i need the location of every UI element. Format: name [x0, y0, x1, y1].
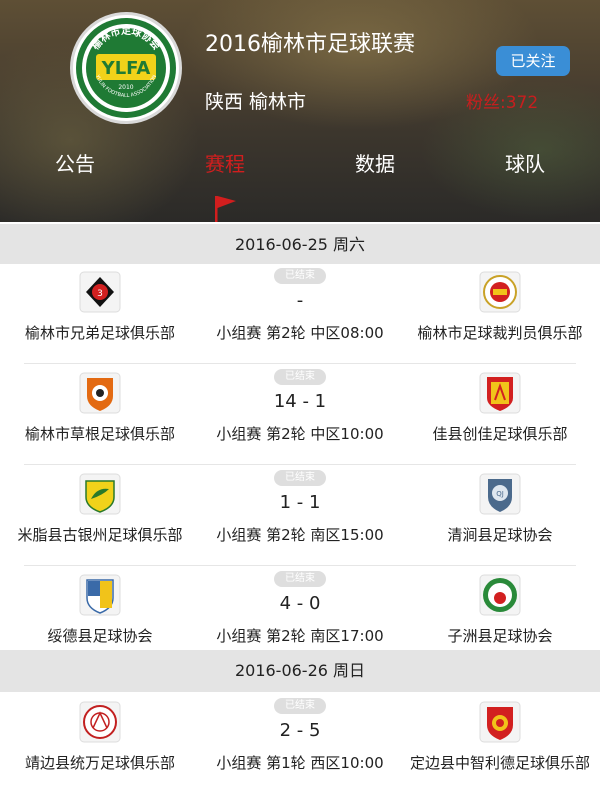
- match-round-info: 小组赛 第2轮 中区10:00: [216, 425, 384, 443]
- zizhou-association-crest-icon: [479, 574, 521, 616]
- follow-button[interactable]: 已关注: [496, 46, 570, 76]
- brothers-club-crest-icon: 3: [79, 271, 121, 313]
- fans-number: 372: [505, 93, 539, 113]
- match-status-badge: 已结束: [274, 369, 326, 385]
- match-row[interactable]: 已结束 QJ 米脂县古银州足球俱乐部 1 - 1 小组赛 第2轮 南区15:00…: [0, 466, 600, 566]
- match-round-info: 小组赛 第2轮 中区08:00: [216, 324, 384, 342]
- logo-mid-text: YLFA: [101, 58, 151, 79]
- away-team-name[interactable]: 子洲县足球协会: [400, 625, 600, 646]
- date-header: 2016-06-26 周日: [0, 650, 600, 692]
- logo-year: 2010: [118, 84, 133, 91]
- tongwan-club-crest-icon: [79, 701, 121, 743]
- chuangjia-club-crest-icon: [479, 372, 521, 414]
- match-score: 2 - 5: [279, 720, 321, 741]
- league-title: 2016榆林市足球联赛: [205, 32, 415, 57]
- grassroots-club-crest-icon: [79, 372, 121, 414]
- match-row[interactable]: 已结束 3 榆林市兄弟足球俱乐部 - 小组赛 第2轮 中区08:00 榆林市足球…: [0, 264, 600, 364]
- away-team-name[interactable]: 榆林市足球裁判员俱乐部: [400, 322, 600, 343]
- home-team-name[interactable]: 榆林市兄弟足球俱乐部: [0, 322, 200, 343]
- zhongzhilide-club-crest-icon: [479, 701, 521, 743]
- match-score: -: [296, 290, 304, 311]
- tab-teams[interactable]: 球队: [450, 148, 600, 177]
- away-team-name[interactable]: 清涧县足球协会: [400, 524, 600, 545]
- match-score: 1 - 1: [279, 492, 321, 513]
- league-region: 陕西 榆林市: [205, 91, 307, 113]
- tab-announcements[interactable]: 公告: [0, 148, 150, 177]
- home-team-name[interactable]: 靖边县统万足球俱乐部: [0, 752, 200, 773]
- match-row[interactable]: 已结束 榆林市草根足球俱乐部 14 - 1 小组赛 第2轮 中区10:00 佳县…: [0, 365, 600, 465]
- fans-label: 粉丝:: [466, 93, 506, 113]
- league-header: 榆林市足球协会 YLFA 2010 YULIN FOOTBALL ASSOCIA…: [0, 0, 600, 222]
- match-row[interactable]: 已结束 靖边县统万足球俱乐部 2 - 5 小组赛 第1轮 西区10:00 定边县…: [0, 694, 600, 794]
- match-round-info: 小组赛 第1轮 西区10:00: [216, 754, 384, 772]
- svg-text:3: 3: [97, 289, 103, 299]
- qingjian-association-crest-icon: QJ: [479, 473, 521, 515]
- suide-association-crest-icon: [79, 574, 121, 616]
- tab-bar: 公告 赛程 数据 球队: [0, 148, 600, 188]
- match-status-badge: 已结束: [274, 571, 326, 587]
- fans-count: 粉丝:372: [466, 88, 538, 113]
- match-status-badge: 已结束: [274, 268, 326, 284]
- match-score: 14 - 1: [273, 391, 327, 412]
- guyinzhou-club-crest-icon: [79, 473, 121, 515]
- match-round-info: 小组赛 第2轮 南区15:00: [216, 526, 384, 544]
- svg-text:QJ: QJ: [496, 490, 504, 498]
- active-tab-flag-icon: [215, 196, 236, 222]
- match-round-info: 小组赛 第2轮 南区17:00: [216, 627, 384, 645]
- home-team-name[interactable]: 榆林市草根足球俱乐部: [0, 423, 200, 444]
- away-team-name[interactable]: 定边县中智利德足球俱乐部: [400, 752, 600, 773]
- league-logo: 榆林市足球协会 YLFA 2010 YULIN FOOTBALL ASSOCIA…: [70, 12, 182, 124]
- home-team-name[interactable]: 绥德县足球协会: [0, 625, 200, 646]
- referees-club-crest-icon: [479, 271, 521, 313]
- tab-schedule[interactable]: 赛程: [150, 148, 300, 177]
- tab-stats[interactable]: 数据: [300, 148, 450, 177]
- match-status-badge: 已结束: [274, 698, 326, 714]
- date-header: 2016-06-25 周六: [0, 224, 600, 266]
- away-team-name[interactable]: 佳县创佳足球俱乐部: [400, 423, 600, 444]
- match-score: 4 - 0: [279, 593, 321, 614]
- home-team-name[interactable]: 米脂县古银州足球俱乐部: [0, 524, 200, 545]
- match-status-badge: 已结束: [274, 470, 326, 486]
